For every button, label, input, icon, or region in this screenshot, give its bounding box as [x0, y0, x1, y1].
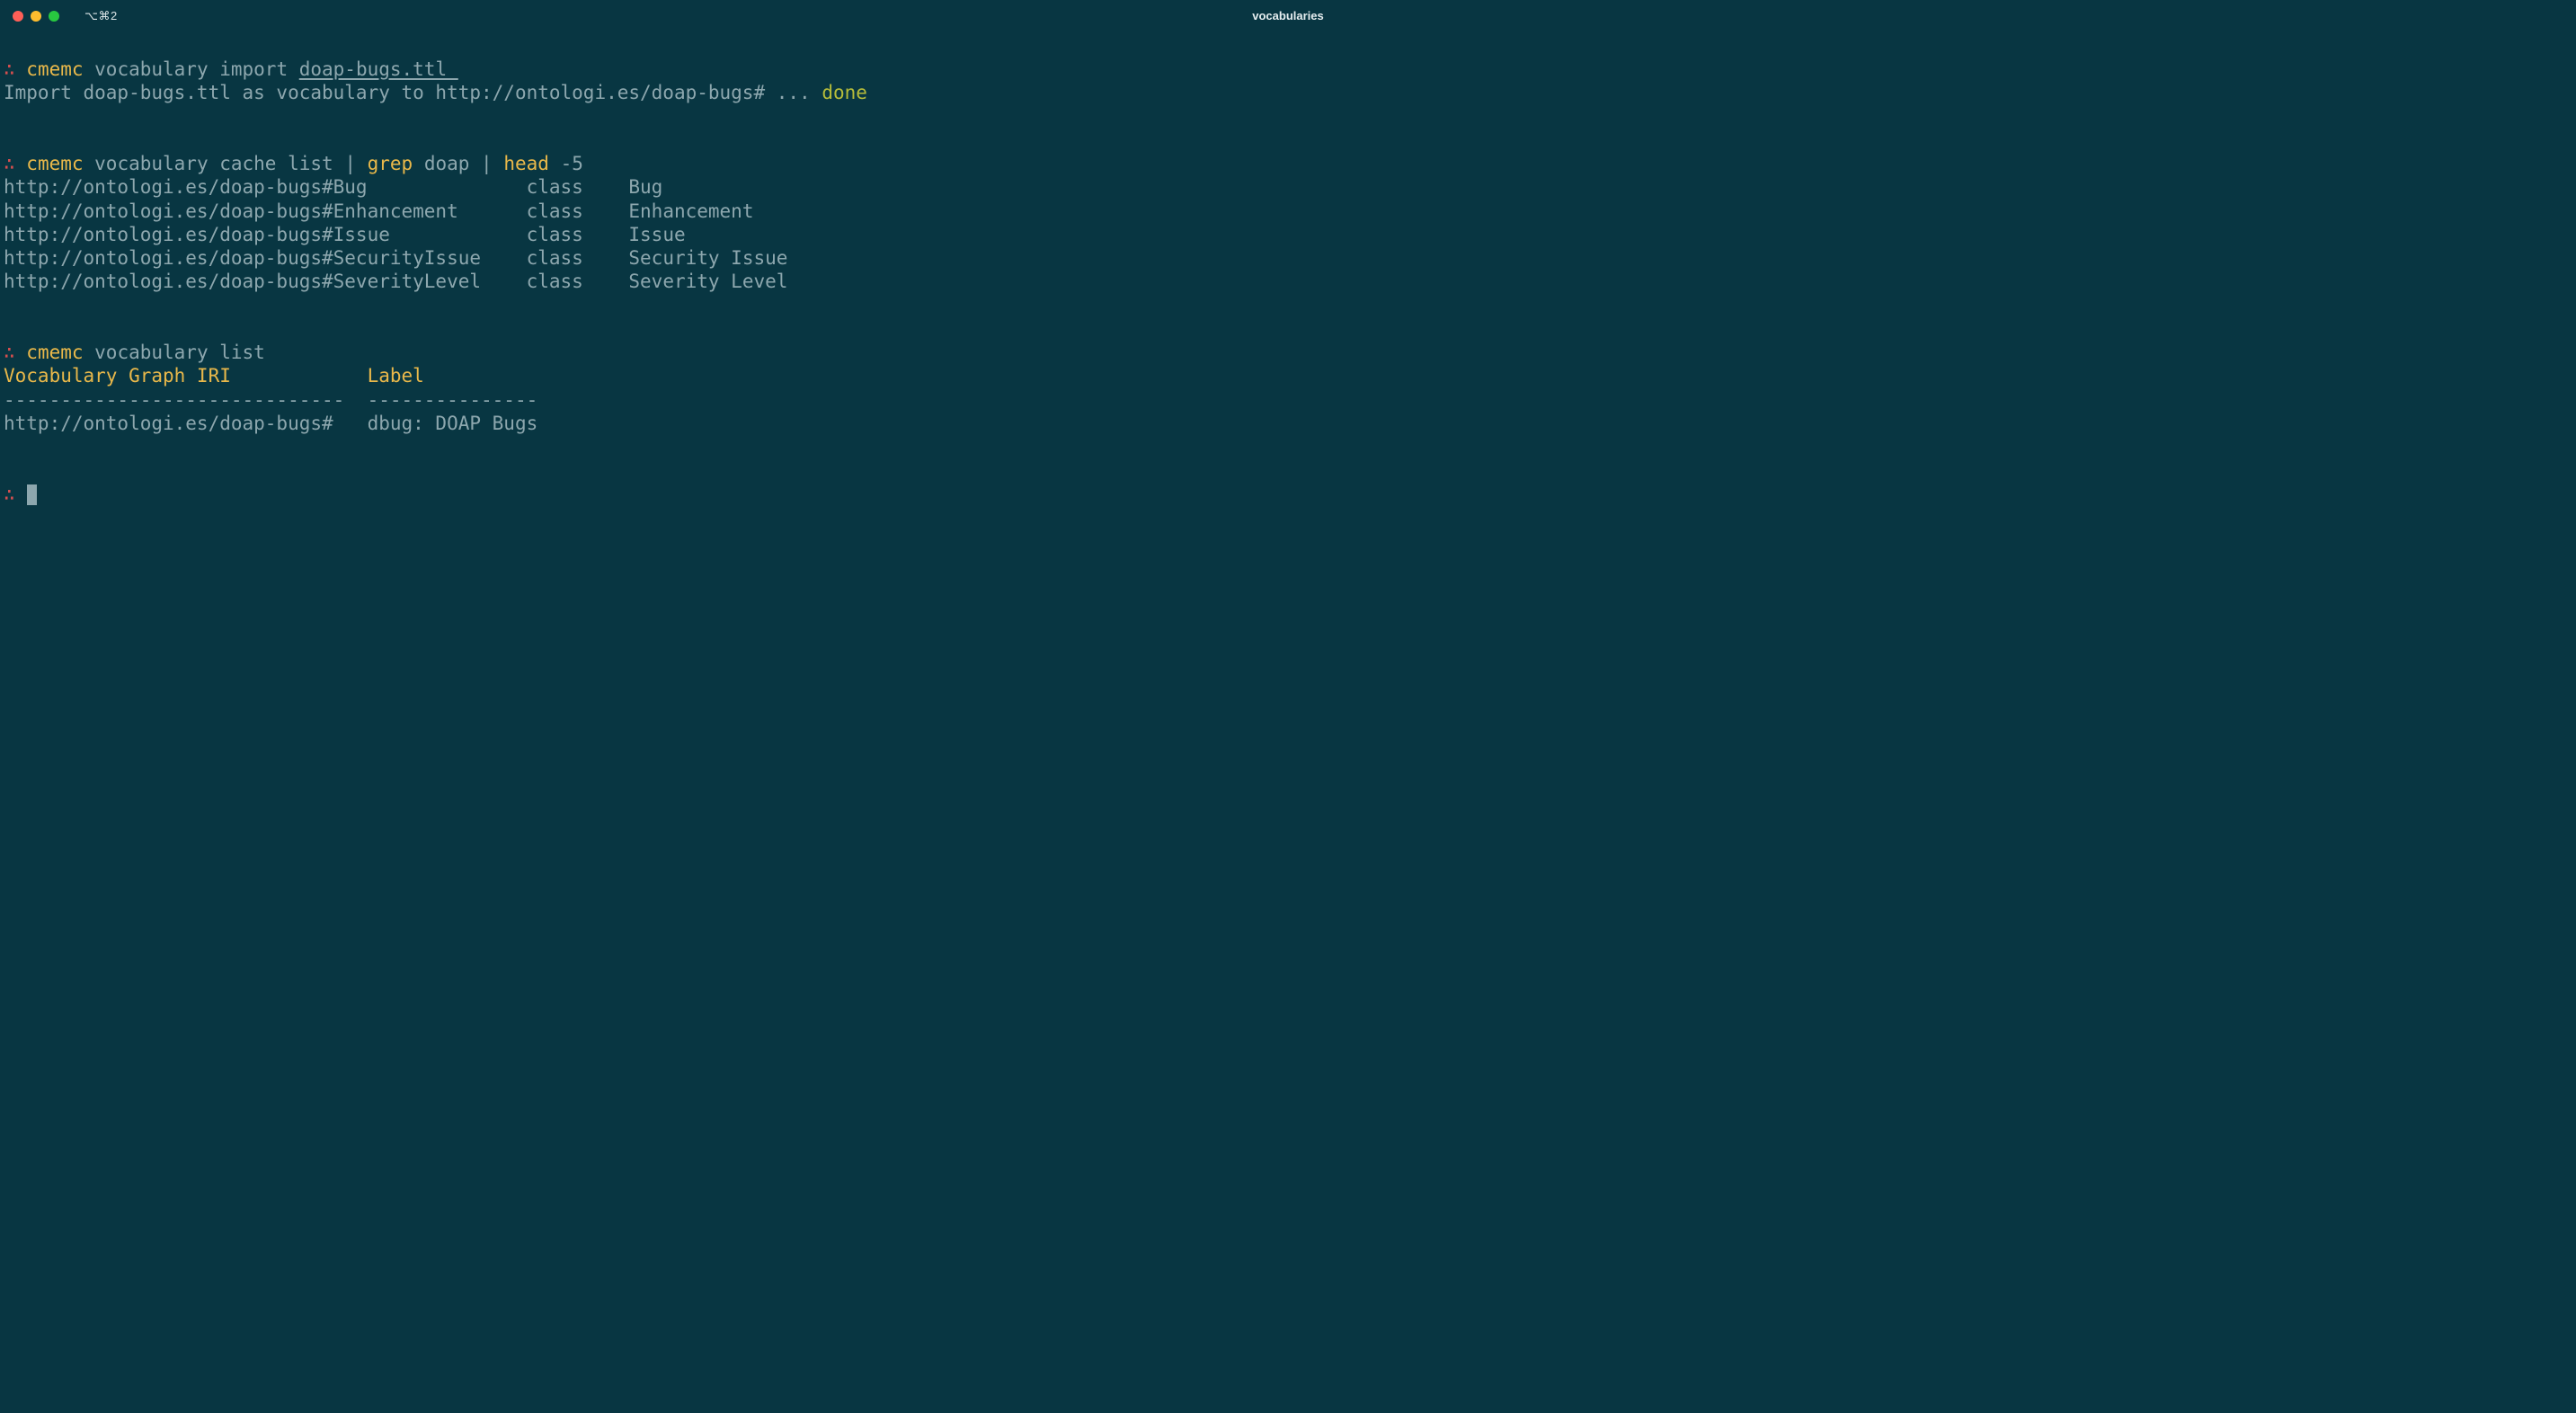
command-args: doap: [424, 153, 481, 174]
table-divider: ---------------: [368, 389, 538, 411]
minimize-icon[interactable]: [31, 11, 41, 22]
command-grep: grep: [356, 153, 424, 174]
command-line: ∴ cmemc vocabulary import doap-bugs.ttl: [4, 58, 2572, 81]
command-line: ∴ cmemc vocabulary cache list | grep doa…: [4, 152, 2572, 175]
blank-line: [4, 129, 2572, 152]
command-args: -5: [561, 153, 583, 174]
table-row: http://ontologi.es/doap-bugs#SecurityIss…: [4, 246, 2572, 270]
command-args: vocabulary list: [94, 342, 265, 363]
table-cell-type: class: [527, 247, 629, 269]
pipe: |: [481, 153, 493, 174]
blank-line: [4, 294, 2572, 317]
command-name: cmemc: [26, 153, 94, 174]
table-header-row: Vocabulary Graph IRI Label: [4, 364, 2572, 387]
prompt-symbol: ∴: [4, 484, 26, 505]
command-name: cmemc: [26, 58, 94, 80]
table-row: http://ontologi.es/doap-bugs# dbug: DOAP…: [4, 412, 2572, 435]
table-cell-label: dbug: DOAP Bugs: [368, 413, 538, 434]
table-cell-iri: http://ontologi.es/doap-bugs#Bug: [4, 176, 527, 198]
table-cell-iri: http://ontologi.es/doap-bugs#SecurityIss…: [4, 247, 527, 269]
close-icon[interactable]: [13, 11, 23, 22]
table-cell-type: class: [527, 176, 629, 198]
prompt-symbol: ∴: [4, 153, 26, 174]
prompt-symbol: ∴: [4, 342, 26, 363]
table-row: http://ontologi.es/doap-bugs#Bug class B…: [4, 175, 2572, 199]
table-cell-label: Bug: [628, 176, 662, 198]
table-cell-label: Severity Level: [628, 271, 787, 292]
prompt-symbol: ∴: [4, 58, 26, 80]
traffic-lights: [13, 11, 59, 22]
table-divider: ------------------------------: [4, 389, 368, 411]
table-divider-row: ------------------------------ ---------…: [4, 388, 2572, 412]
table-cell-label: Enhancement: [628, 200, 753, 222]
output-line: Import doap-bugs.ttl as vocabulary to ht…: [4, 81, 2572, 104]
prompt-line: ∴: [4, 483, 2572, 506]
table-cell-iri: http://ontologi.es/doap-bugs#: [4, 413, 368, 434]
command-head: head: [493, 153, 561, 174]
blank-line: [4, 317, 2572, 341]
window-title: vocabularies: [0, 9, 2576, 23]
table-header: Vocabulary Graph IRI: [4, 365, 368, 387]
table-cell-iri: http://ontologi.es/doap-bugs#SeverityLev…: [4, 271, 527, 292]
table-row: http://ontologi.es/doap-bugs#SeverityLev…: [4, 270, 2572, 293]
command-args: vocabulary import: [94, 58, 299, 80]
cursor[interactable]: [27, 484, 37, 505]
blank-line: [4, 458, 2572, 482]
maximize-icon[interactable]: [49, 11, 59, 22]
output-done: done: [822, 82, 867, 103]
tab-label[interactable]: ⌥⌘2: [84, 9, 118, 23]
table-cell-iri: http://ontologi.es/doap-bugs#Issue: [4, 224, 527, 245]
command-arg-file: doap-bugs.ttl: [299, 58, 458, 80]
blank-line: [4, 105, 2572, 129]
output-text: Import doap-bugs.ttl as vocabulary to ht…: [4, 82, 822, 103]
terminal-content[interactable]: ∴ cmemc vocabulary import doap-bugs.ttl …: [0, 32, 2576, 1413]
table-cell-label: Issue: [628, 224, 685, 245]
table-row: http://ontologi.es/doap-bugs#Issue class…: [4, 223, 2572, 246]
titlebar: ⌥⌘2 vocabularies: [0, 0, 2576, 32]
table-cell-iri: http://ontologi.es/doap-bugs#Enhancement: [4, 200, 527, 222]
blank-line: [4, 435, 2572, 458]
table-cell-label: Security Issue: [628, 247, 787, 269]
pipe: |: [344, 153, 356, 174]
command-name: cmemc: [26, 342, 94, 363]
table-cell-type: class: [527, 200, 629, 222]
table-header: Label: [368, 365, 424, 387]
table-cell-type: class: [527, 271, 629, 292]
command-args: vocabulary cache list: [94, 153, 344, 174]
terminal-window: ⌥⌘2 vocabularies ∴ cmemc vocabulary impo…: [0, 0, 2576, 1413]
command-line: ∴ cmemc vocabulary list: [4, 341, 2572, 364]
table-cell-type: class: [527, 224, 629, 245]
table-row: http://ontologi.es/doap-bugs#Enhancement…: [4, 200, 2572, 223]
